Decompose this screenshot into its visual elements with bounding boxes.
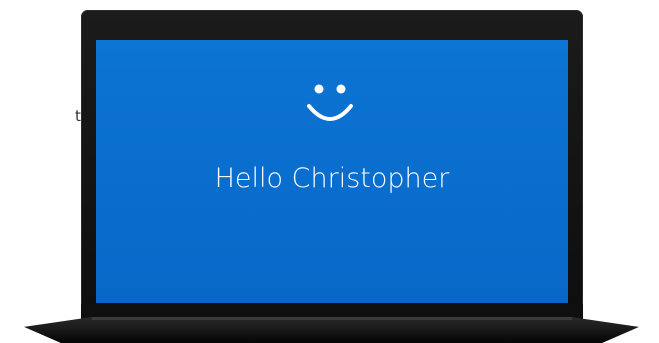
laptop-hinge — [92, 317, 572, 320]
smiley-face-icon — [305, 82, 355, 126]
page: n to / s Hello Christopher — [0, 0, 659, 343]
article-text-fragment: n to / s — [0, 0, 90, 343]
laptop-base — [24, 317, 639, 343]
greeting-text: Hello Christopher — [214, 163, 450, 194]
